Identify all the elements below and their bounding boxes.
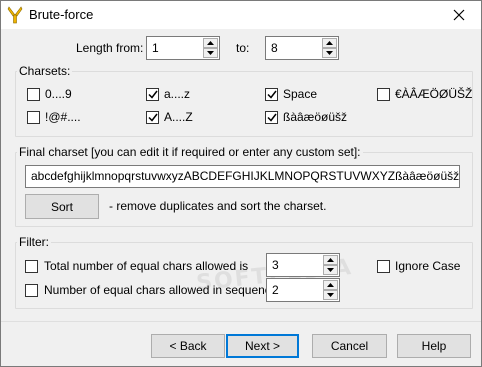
total-equal-chars-value: 3 [272, 258, 279, 272]
charset-uppercase-label: A....Z [164, 110, 193, 124]
charset-digits-label: 0....9 [45, 87, 72, 101]
sequence-equal-chars-checkbox[interactable] [25, 284, 38, 297]
up-arrow-icon [327, 258, 334, 262]
charset-lowercase-label: a....z [164, 87, 191, 101]
sequence-equal-chars-label: Number of equal chars allowed in sequenc… [44, 283, 290, 297]
up-arrow-icon [327, 283, 334, 287]
help-button[interactable]: Help [397, 334, 471, 358]
length-to-arrows [322, 38, 337, 58]
checkmark-icon [267, 90, 277, 99]
checkmark-icon [267, 113, 277, 122]
final-charset-input[interactable]: abcdefghijklmnopqrstuvwxyzABCDEFGHIJKLMN… [25, 165, 460, 188]
charset-uppercase-checkbox[interactable] [146, 111, 159, 124]
charset-lowercase-checkbox[interactable] [146, 88, 159, 101]
ignore-case-label: Ignore Case [395, 259, 461, 273]
charset-upper-special-checkbox[interactable] [377, 88, 390, 101]
close-icon [453, 9, 465, 21]
sequence-equal-chars-down-button[interactable] [323, 290, 338, 300]
total-equal-chars-up-button[interactable] [323, 255, 338, 265]
length-to-up-button[interactable] [322, 38, 337, 48]
sequence-equal-chars-spinbox[interactable]: 2 [266, 278, 340, 302]
length-from-value: 1 [152, 41, 159, 55]
next-button[interactable]: Next > [226, 334, 299, 358]
sequence-equal-chars-up-button[interactable] [323, 280, 338, 290]
charset-space-label: Space [283, 87, 318, 101]
charsets-group [15, 71, 473, 137]
charset-upper-special-label: €ÀÂÆÖØÜŠŽ [395, 87, 473, 101]
cancel-button[interactable]: Cancel [312, 334, 387, 358]
yellow-key-icon [7, 6, 23, 24]
total-equal-chars-label: Total number of equal chars allowed is [44, 259, 249, 273]
charset-lower-special-label: ßàâæöøüšž [283, 110, 348, 124]
down-arrow-icon [207, 51, 214, 55]
final-charset-group-title: Final charset [you can edit it if requir… [17, 145, 363, 159]
down-arrow-icon [327, 293, 334, 297]
checkmark-icon [148, 90, 158, 99]
charset-digits-checkbox[interactable] [27, 88, 40, 101]
total-equal-chars-spinbox[interactable]: 3 [266, 253, 340, 277]
back-button[interactable]: < Back [151, 334, 225, 358]
length-from-label: Length from: [76, 41, 144, 55]
down-arrow-icon [327, 268, 334, 272]
length-to-value: 8 [271, 41, 278, 55]
window-title: Brute-force [29, 7, 94, 22]
ignore-case-checkbox[interactable] [377, 260, 390, 273]
close-button[interactable] [437, 1, 481, 29]
down-arrow-icon [326, 51, 333, 55]
length-from-arrows [203, 38, 218, 58]
sequence-equal-chars-arrows [323, 280, 338, 300]
length-from-up-button[interactable] [203, 38, 218, 48]
charsets-group-title: Charsets: [17, 64, 73, 78]
brute-force-dialog: Brute-force Length from: 1 to: 8 Charset… [0, 0, 482, 367]
checkmark-icon [148, 113, 158, 122]
charset-symbols-label: !@#.... [45, 110, 81, 124]
sort-button[interactable]: Sort [25, 194, 99, 219]
length-to-label: to: [236, 41, 250, 55]
sequence-equal-chars-value: 2 [272, 283, 279, 297]
charset-symbols-checkbox[interactable] [27, 111, 40, 124]
up-arrow-icon [207, 41, 214, 45]
charset-lower-special-checkbox[interactable] [265, 111, 278, 124]
sort-hint-label: - remove duplicates and sort the charset… [109, 199, 327, 213]
length-from-spinbox[interactable]: 1 [146, 36, 220, 60]
title-bar: Brute-force [1, 1, 481, 29]
length-to-down-button[interactable] [322, 48, 337, 58]
total-equal-chars-arrows [323, 255, 338, 275]
up-arrow-icon [326, 41, 333, 45]
charset-space-checkbox[interactable] [265, 88, 278, 101]
total-equal-chars-checkbox[interactable] [25, 260, 38, 273]
total-equal-chars-down-button[interactable] [323, 265, 338, 275]
length-to-spinbox[interactable]: 8 [265, 36, 339, 60]
length-from-down-button[interactable] [203, 48, 218, 58]
filter-group-title: Filter: [17, 235, 51, 249]
footer-separator [1, 321, 481, 322]
